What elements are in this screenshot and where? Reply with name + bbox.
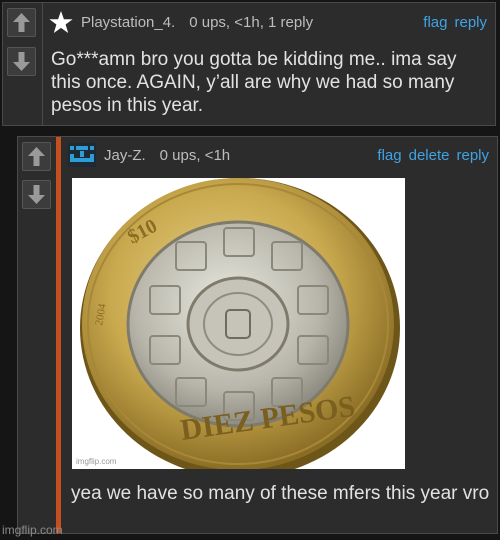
photo-watermark: imgflip.com — [76, 457, 117, 466]
comment-divider — [42, 3, 43, 125]
reply-link[interactable]: reply — [456, 147, 489, 164]
comment-header: Playstation_4. 0 ups, <1h, 1 reply flag … — [49, 10, 487, 34]
comment-text: yea we have so many of these mfers this … — [71, 483, 490, 504]
flag-link[interactable]: flag — [423, 14, 447, 31]
comment-playstation: Playstation_4. 0 ups, <1h, 1 reply flag … — [2, 2, 496, 126]
vote-column — [3, 3, 41, 125]
upvote-button[interactable] — [22, 142, 51, 171]
coin-image[interactable]: $10 2004 DIEZ PESOS imgflip.com — [72, 178, 405, 469]
comment-jayz: Jay-Z. 0 ups, <1h flag delete reply $10 … — [17, 136, 498, 534]
imgflip-watermark: imgflip.com — [2, 523, 63, 537]
reply-link[interactable]: reply — [454, 14, 487, 31]
comment-username[interactable]: Playstation_4. — [81, 14, 175, 31]
arrow-down-icon — [13, 52, 30, 71]
flag-link[interactable]: flag — [377, 147, 401, 164]
arrow-down-icon — [28, 185, 45, 204]
comment-username[interactable]: Jay-Z. — [104, 147, 146, 164]
comment-actions: flag reply — [423, 14, 487, 31]
vote-column — [18, 137, 56, 533]
reply-thread-bar — [56, 137, 61, 533]
delete-link[interactable]: delete — [409, 147, 450, 164]
upvote-button[interactable] — [7, 8, 36, 37]
star-icon[interactable] — [49, 10, 73, 34]
comment-meta: 0 ups, <1h — [159, 146, 231, 164]
comment-actions: flag delete reply — [377, 147, 489, 164]
comment-header: Jay-Z. 0 ups, <1h flag delete reply — [68, 143, 489, 167]
pixel-avatar-icon[interactable] — [68, 143, 96, 167]
coin-illustration: $10 2004 DIEZ PESOS — [80, 178, 400, 469]
comment-text: Go***amn bro you gotta be kidding me.. i… — [51, 49, 457, 116]
arrow-up-icon — [28, 147, 45, 166]
comment-meta: 0 ups, <1h, 1 reply — [189, 13, 314, 31]
downvote-button[interactable] — [7, 47, 36, 76]
arrow-up-icon — [13, 13, 30, 32]
downvote-button[interactable] — [22, 180, 51, 209]
